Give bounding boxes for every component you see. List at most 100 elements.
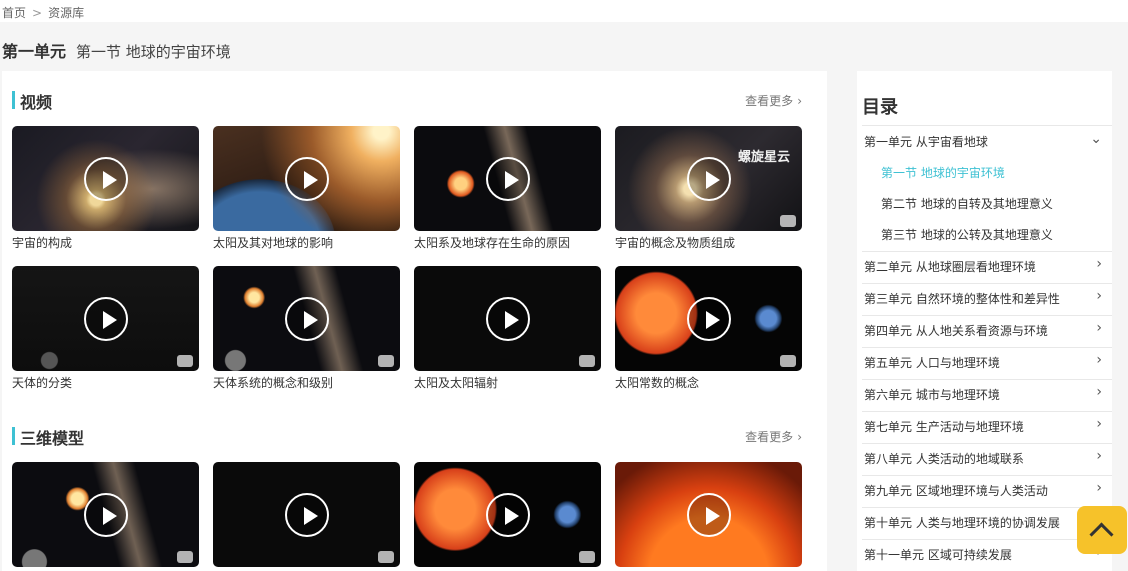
play-icon[interactable] bbox=[284, 156, 329, 201]
video-thumbnail[interactable] bbox=[615, 266, 802, 371]
toc-unit-4[interactable]: 第四单元 从人地关系看资源与环境 › bbox=[864, 320, 1102, 339]
toc-unit-7[interactable]: 第七单元 生产活动与地理环境 › bbox=[864, 416, 1102, 435]
logo-badge-icon bbox=[780, 355, 796, 367]
toc-unit-1[interactable]: 第一单元 从宇宙看地球 ⌄ bbox=[864, 131, 1102, 150]
model-card[interactable] bbox=[213, 462, 400, 567]
logo-badge-icon bbox=[579, 551, 595, 563]
chevron-right-icon[interactable]: › bbox=[1096, 448, 1102, 464]
model-card[interactable] bbox=[615, 462, 802, 567]
play-icon[interactable] bbox=[284, 492, 329, 537]
logo-badge-icon bbox=[378, 551, 394, 563]
logo-badge-icon bbox=[177, 551, 193, 563]
model-thumbnail[interactable] bbox=[615, 462, 802, 567]
video-caption[interactable]: 宇宙的构成 bbox=[12, 234, 199, 251]
chevron-down-icon[interactable]: ⌄ bbox=[1090, 131, 1102, 147]
toc-section-1[interactable]: 第一节 地球的宇宙环境 bbox=[881, 164, 1005, 181]
toc-divider bbox=[862, 379, 1112, 380]
video-card[interactable]: 太阳及其对地球的影响 bbox=[213, 126, 400, 251]
chevron-right-icon[interactable]: › bbox=[1096, 416, 1102, 432]
toc-section-3[interactable]: 第三节 地球的公转及其地理意义 bbox=[881, 226, 1053, 243]
video-caption[interactable]: 天体的分类 bbox=[12, 374, 199, 391]
toc-divider bbox=[862, 251, 1112, 252]
chevron-right-icon[interactable]: › bbox=[1096, 256, 1102, 272]
video-thumbnail[interactable] bbox=[213, 126, 400, 231]
play-icon[interactable] bbox=[83, 296, 128, 341]
toc-unit-5[interactable]: 第五单元 人口与地理环境 › bbox=[864, 352, 1102, 371]
play-icon[interactable] bbox=[83, 156, 128, 201]
video-section-title: 视频 bbox=[20, 93, 53, 112]
chevron-right-icon: › bbox=[797, 430, 802, 444]
toc-unit-2[interactable]: 第二单元 从地球圈层看地理环境 › bbox=[864, 256, 1102, 275]
toc-unit-6[interactable]: 第六单元 城市与地理环境 › bbox=[864, 384, 1102, 403]
model-card[interactable] bbox=[12, 462, 199, 567]
video-card[interactable]: 宇宙的构成 bbox=[12, 126, 199, 251]
video-card[interactable]: 天体的分类 bbox=[12, 266, 199, 391]
video-card[interactable]: 太阳系及地球存在生命的原因 bbox=[414, 126, 601, 251]
play-icon[interactable] bbox=[686, 156, 731, 201]
toc-divider bbox=[862, 411, 1112, 412]
video-thumbnail[interactable]: 螺旋星云 bbox=[615, 126, 802, 231]
section-accent-bar bbox=[12, 427, 15, 445]
toc-unit-11[interactable]: 第十一单元 区域可持续发展› bbox=[864, 544, 1102, 563]
toc-unit-9[interactable]: 第九单元 区域地理环境与人类活动 › bbox=[864, 480, 1102, 499]
top-bar: 首页 > 资源库 bbox=[0, 0, 1128, 22]
page-title: 第一单元 第一节 地球的宇宙环境 bbox=[2, 38, 231, 62]
chevron-right-icon[interactable]: › bbox=[1096, 320, 1102, 336]
back-to-top-button[interactable] bbox=[1077, 506, 1127, 554]
logo-badge-icon bbox=[378, 355, 394, 367]
toc-unit-10[interactable]: 第十单元 人类与地理环境的协调发展› bbox=[864, 512, 1102, 531]
video-more-link[interactable]: 查看更多 › bbox=[745, 92, 802, 109]
video-card[interactable]: 太阳常数的概念 bbox=[615, 266, 802, 391]
chevron-right-icon[interactable]: › bbox=[1096, 288, 1102, 304]
video-card[interactable]: 螺旋星云 宇宙的概念及物质组成 bbox=[615, 126, 802, 251]
video-thumbnail[interactable] bbox=[12, 266, 199, 371]
play-icon[interactable] bbox=[686, 296, 731, 341]
toc-section-2[interactable]: 第二节 地球的自转及其地理意义 bbox=[881, 195, 1053, 212]
video-thumbnail[interactable] bbox=[12, 126, 199, 231]
video-thumbnail[interactable] bbox=[414, 266, 601, 371]
toc-divider bbox=[862, 539, 1112, 540]
chevron-right-icon[interactable]: › bbox=[1096, 352, 1102, 368]
breadcrumb-current[interactable]: 资源库 bbox=[48, 4, 84, 21]
toc-unit-3[interactable]: 第三单元 自然环境的整体性和差异性 › bbox=[864, 288, 1102, 307]
play-icon[interactable] bbox=[284, 296, 329, 341]
model-section-title: 三维模型 bbox=[20, 429, 85, 448]
logo-badge-icon bbox=[177, 355, 193, 367]
video-section-header: 视频 查看更多 › bbox=[12, 89, 812, 112]
model-section-header: 三维模型 查看更多 › bbox=[12, 425, 812, 448]
model-thumbnail[interactable] bbox=[414, 462, 601, 567]
toc-divider bbox=[862, 443, 1112, 444]
model-thumbnail[interactable] bbox=[12, 462, 199, 567]
play-icon[interactable] bbox=[485, 492, 530, 537]
logo-badge-icon bbox=[579, 355, 595, 367]
video-caption[interactable]: 宇宙的概念及物质组成 bbox=[615, 234, 802, 251]
model-more-link[interactable]: 查看更多 › bbox=[745, 428, 802, 445]
play-icon[interactable] bbox=[83, 492, 128, 537]
video-caption[interactable]: 太阳及其对地球的影响 bbox=[213, 234, 400, 251]
chevron-right-icon[interactable]: › bbox=[1096, 384, 1102, 400]
toc-divider bbox=[862, 347, 1112, 348]
toc-divider bbox=[862, 125, 1112, 126]
video-thumbnail[interactable] bbox=[213, 266, 400, 371]
video-caption[interactable]: 太阳及太阳辐射 bbox=[414, 374, 601, 391]
toc-unit-8[interactable]: 第八单元 人类活动的地域联系 › bbox=[864, 448, 1102, 467]
video-card[interactable]: 天体系统的概念和级别 bbox=[213, 266, 400, 391]
play-icon[interactable] bbox=[485, 296, 530, 341]
unit-title: 第一单元 bbox=[2, 42, 67, 61]
video-card[interactable]: 太阳及太阳辐射 bbox=[414, 266, 601, 391]
video-caption[interactable]: 太阳常数的概念 bbox=[615, 374, 802, 391]
chevron-right-icon[interactable]: › bbox=[1096, 480, 1102, 496]
model-thumbnail[interactable] bbox=[213, 462, 400, 567]
video-thumbnail[interactable] bbox=[414, 126, 601, 231]
video-caption[interactable]: 太阳系及地球存在生命的原因 bbox=[414, 234, 601, 251]
video-caption[interactable]: 天体系统的概念和级别 bbox=[213, 374, 400, 391]
breadcrumb-separator-icon: > bbox=[32, 5, 43, 20]
logo-badge-icon bbox=[780, 215, 796, 227]
play-icon[interactable] bbox=[686, 492, 731, 537]
toc-divider bbox=[862, 475, 1112, 476]
section-accent-bar bbox=[12, 91, 15, 109]
toc-divider bbox=[862, 283, 1112, 284]
breadcrumb-home[interactable]: 首页 bbox=[2, 4, 26, 21]
play-icon[interactable] bbox=[485, 156, 530, 201]
model-card[interactable] bbox=[414, 462, 601, 567]
